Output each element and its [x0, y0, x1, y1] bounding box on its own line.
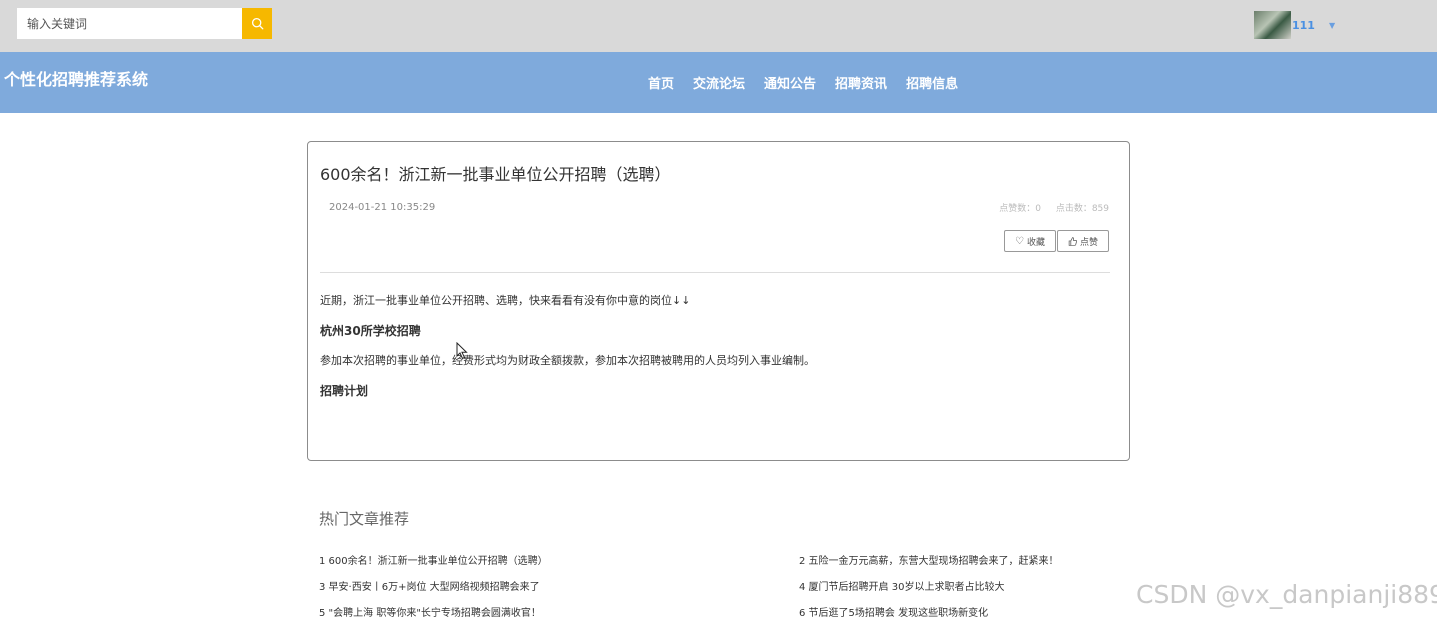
- article-stats: 点赞数：0 点击数：859: [987, 201, 1109, 214]
- favorite-button[interactable]: ♡ 收藏: [1004, 230, 1056, 252]
- search-input[interactable]: [17, 8, 242, 39]
- article-content: 近期，浙江一批事业单位公开招聘、选聘，快来看看有没有你中意的岗位↓↓ 杭州30所…: [320, 292, 1110, 412]
- nav-bar: 个性化招聘推荐系统 首页 交流论坛 通知公告 招聘资讯 招聘信息: [0, 52, 1437, 113]
- list-item[interactable]: 6 节后逛了5场招聘会 发现这些职场新变化: [799, 606, 1059, 632]
- divider: [320, 272, 1110, 273]
- article-heading-2: 招聘计划: [320, 384, 369, 398]
- list-item[interactable]: 1 600余名！浙江新一批事业单位公开招聘（选聘）: [319, 554, 548, 580]
- nav-item-home[interactable]: 首页: [648, 73, 674, 92]
- like-label: 点赞: [1079, 237, 1098, 248]
- nav-item-recruit-info[interactable]: 招聘信息: [906, 73, 958, 92]
- mouse-cursor-icon: [456, 342, 468, 360]
- article-title: 600余名！浙江新一批事业单位公开招聘（选聘）: [320, 165, 671, 184]
- user-menu[interactable]: 111 ▼: [1254, 11, 1335, 39]
- nav-item-forum[interactable]: 交流论坛: [693, 73, 745, 92]
- caret-down-icon[interactable]: ▼: [1329, 21, 1335, 30]
- brand-title[interactable]: 个性化招聘推荐系统: [4, 66, 148, 90]
- click-count: 点击数：859: [1055, 204, 1109, 214]
- article-actions: ♡ 收藏 点赞: [1004, 230, 1109, 252]
- search-button[interactable]: [242, 8, 272, 39]
- list-item[interactable]: 2 五险一金万元高薪，东营大型现场招聘会来了，赶紧来！: [799, 554, 1059, 580]
- nav-item-recruit-news[interactable]: 招聘资讯: [835, 73, 887, 92]
- hot-articles-title: 热门文章推荐: [319, 510, 410, 528]
- article-heading-1: 杭州30所学校招聘: [320, 324, 421, 338]
- thumbs-up-icon: [1068, 236, 1077, 246]
- like-button[interactable]: 点赞: [1056, 230, 1109, 252]
- list-item[interactable]: 3 早安·西安丨6万+岗位 大型网络视频招聘会来了: [319, 580, 548, 606]
- main-nav: 首页 交流论坛 通知公告 招聘资讯 招聘信息: [648, 73, 977, 92]
- username[interactable]: 111: [1292, 19, 1315, 32]
- like-count: 点赞数：0: [999, 204, 1041, 214]
- favorite-label: 收藏: [1026, 237, 1045, 248]
- nav-item-notices[interactable]: 通知公告: [764, 73, 816, 92]
- top-bar: 111 ▼: [0, 0, 1437, 52]
- avatar[interactable]: [1254, 11, 1291, 39]
- article-card: 600余名！浙江新一批事业单位公开招聘（选聘） 2024-01-21 10:35…: [307, 141, 1130, 461]
- list-item[interactable]: 5 "会聘上海 职等你来"长宁专场招聘会圆满收官！: [319, 606, 548, 632]
- hot-articles-left: 1 600余名！浙江新一批事业单位公开招聘（选聘） 3 早安·西安丨6万+岗位 …: [319, 554, 548, 632]
- watermark: CSDN @vx_danpianji889: [1136, 580, 1437, 609]
- hot-articles-right: 2 五险一金万元高薪，东营大型现场招聘会来了，赶紧来！ 4 厦门节后招聘开启 3…: [799, 554, 1059, 632]
- heart-icon: ♡: [1015, 235, 1024, 247]
- search-box: [17, 8, 272, 39]
- article-date: 2024-01-21 10:35:29: [329, 202, 436, 213]
- article-paragraph-1: 参加本次招聘的事业单位，经费形式均为财政全额拨款，参加本次招聘被聘用的人员均列入…: [320, 354, 815, 367]
- list-item[interactable]: 4 厦门节后招聘开启 30岁以上求职者占比较大: [799, 580, 1059, 606]
- search-icon: [251, 17, 263, 30]
- article-intro: 近期，浙江一批事业单位公开招聘、选聘，快来看看有没有你中意的岗位↓↓: [320, 294, 691, 307]
